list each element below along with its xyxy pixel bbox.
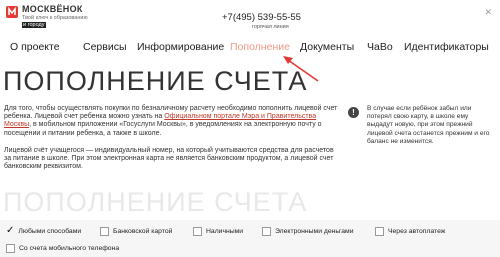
lost-card-note: В случае если ребёнок забыл или потерял …	[367, 105, 490, 145]
info-icon: !	[348, 107, 359, 118]
tab-label: Со счета мобильного телефона	[19, 245, 120, 252]
checkbox-icon	[262, 227, 271, 236]
section-heading-bg: ПОПОЛНЕНИЕ СЧЕТА	[3, 187, 308, 217]
nav-item-faq[interactable]: ЧаВо	[367, 41, 393, 53]
close-icon[interactable]: ✕	[484, 7, 492, 18]
logo-icon[interactable]	[5, 5, 19, 19]
brand-tagline: Твой ключ к образованию и городу	[22, 15, 112, 28]
tab-label: Банковской картой	[113, 228, 173, 235]
checkmark-icon: ✓	[6, 225, 15, 236]
payment-method-tabs: ✓ Любыми способами Банковской картой Нал…	[0, 220, 500, 257]
nav-item-services[interactable]: Сервисы	[83, 41, 127, 53]
brand-name[interactable]: МОСКВЁНОК	[22, 4, 83, 14]
site-header: МОСКВЁНОК Твой ключ к образованию и горо…	[0, 0, 500, 36]
page-title: ПОПОЛНЕНИЕ СЧЕТА	[3, 66, 308, 96]
tab-any-method[interactable]: ✓ Любыми способами	[6, 225, 82, 236]
tab-autopay[interactable]: Через автоплатеж	[375, 227, 445, 236]
checkbox-icon	[375, 227, 384, 236]
main-nav: О проекте Сервисы Информирование Пополне…	[0, 38, 500, 58]
tab-mobile-account[interactable]: Со счета мобильного телефона	[6, 244, 119, 253]
nav-item-informing[interactable]: Информирование	[137, 41, 224, 53]
tab-e-money[interactable]: Электронными деньгами	[262, 227, 354, 236]
tab-cash[interactable]: Наличными	[193, 227, 243, 236]
phone-number[interactable]: +7(495) 539-55-55	[222, 12, 301, 23]
tagline-line-2: и городу	[22, 21, 46, 28]
nav-item-identifiers[interactable]: Идентификаторы	[404, 41, 489, 53]
nav-item-documents[interactable]: Документы	[300, 41, 354, 53]
checkbox-icon	[193, 227, 202, 236]
checkbox-icon	[100, 227, 109, 236]
hotline-label: горячая линия	[252, 24, 289, 30]
nav-item-about[interactable]: О проекте	[10, 41, 60, 53]
intro-text-2: , в мобильном приложении «Госуслуги Моск…	[4, 121, 322, 137]
tab-label: Любыми способами	[18, 227, 82, 235]
checkbox-icon	[6, 244, 15, 253]
tab-label: Электронными деньгами	[275, 228, 354, 235]
account-explanation: Лицевой счёт учащегося — индивидуальный …	[4, 147, 334, 171]
nav-item-replenishment[interactable]: Пополнение	[230, 41, 290, 53]
tab-bank-card[interactable]: Банковской картой	[100, 227, 172, 236]
tab-label: Наличными	[206, 228, 244, 235]
tab-label: Через автоплатеж	[388, 228, 446, 235]
intro-paragraph: Для того, чтобы осуществлять покупки по …	[4, 105, 340, 138]
